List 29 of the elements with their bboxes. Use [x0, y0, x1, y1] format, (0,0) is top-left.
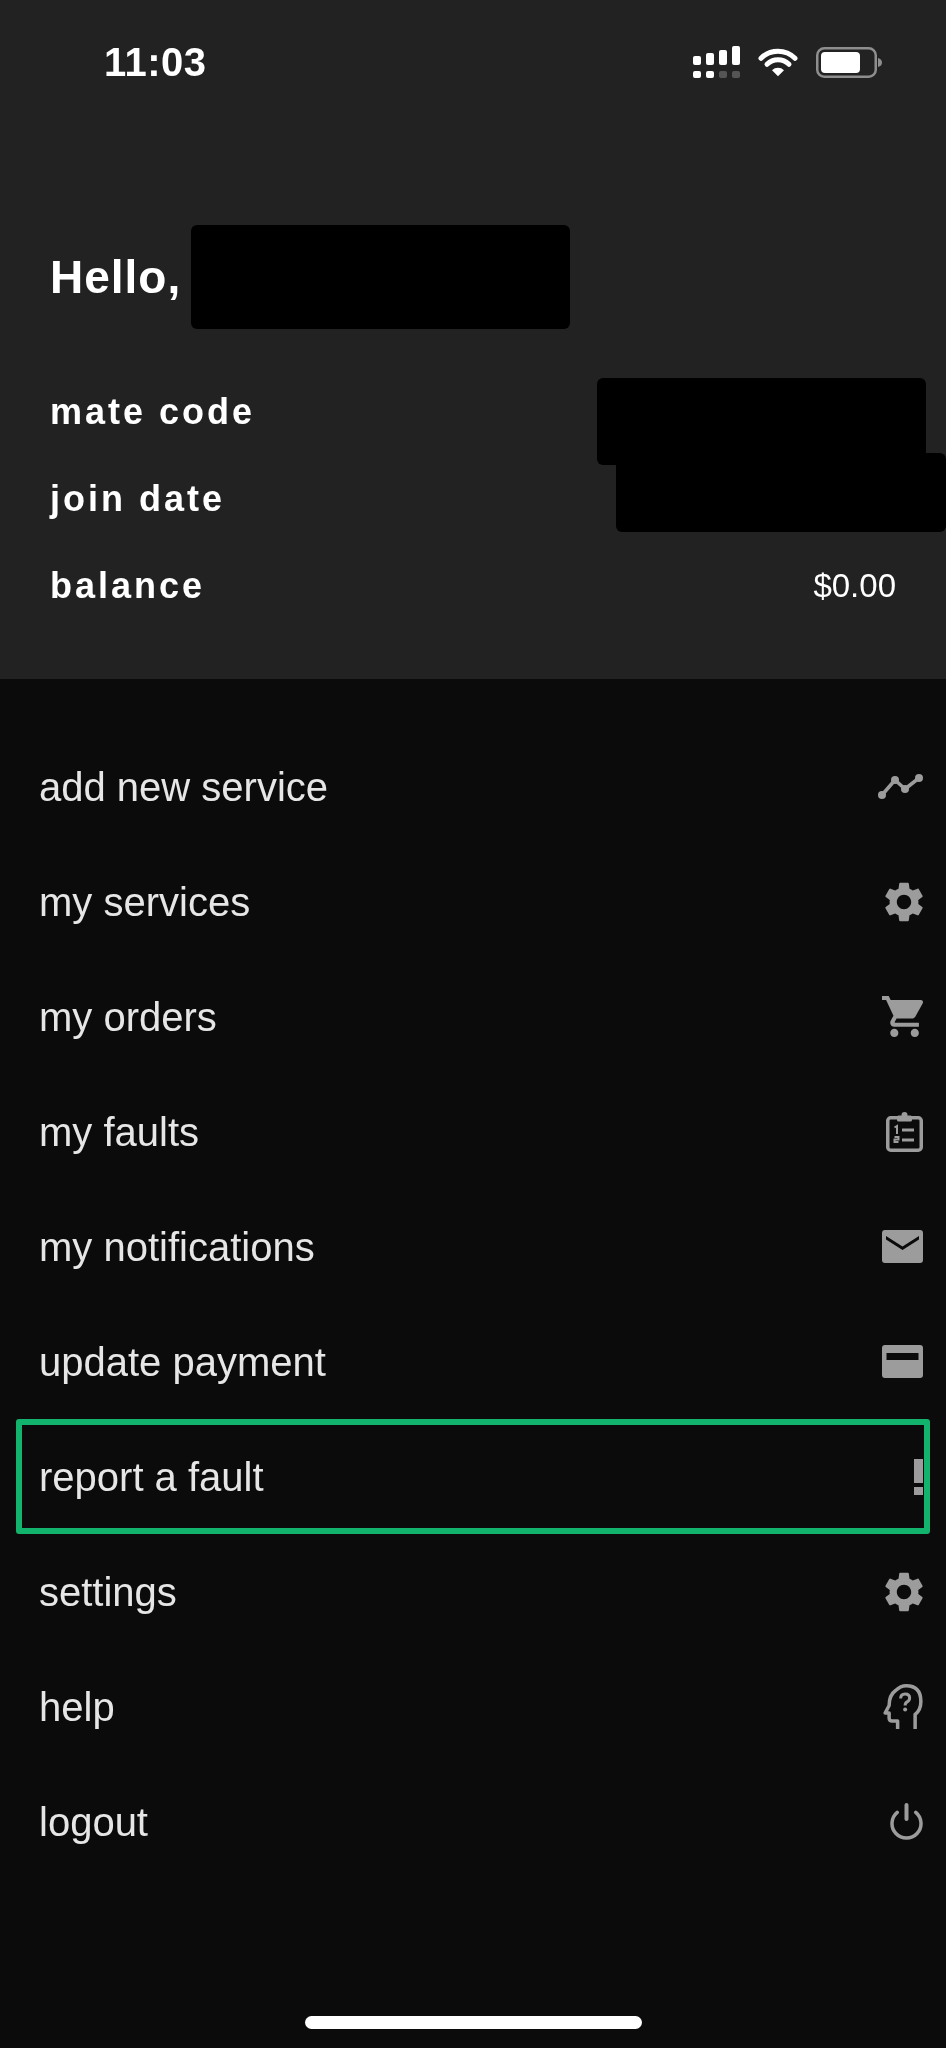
menu-item[interactable]: my orders — [16, 959, 930, 1074]
gear-icon — [885, 1571, 923, 1612]
menu-item[interactable]: my faults — [16, 1074, 930, 1189]
menu-item[interactable]: my notifications — [16, 1189, 930, 1304]
field-label: mate code — [50, 389, 256, 434]
menu-item[interactable]: logout — [16, 1764, 930, 1879]
cart-icon — [882, 996, 923, 1037]
menu-item[interactable]: help — [16, 1649, 930, 1764]
greeting-text: Hello, — [50, 250, 182, 304]
menu-item[interactable]: update payment — [16, 1304, 930, 1419]
field-label: balance — [50, 563, 206, 608]
head-question-icon — [883, 1684, 923, 1729]
menu-item[interactable]: add new service — [16, 729, 930, 844]
signal-icon — [693, 46, 740, 78]
menu-item[interactable]: report a fault — [16, 1419, 930, 1534]
status-time: 11:03 — [104, 40, 207, 84]
menu-item[interactable]: settings — [16, 1534, 930, 1649]
menu-item[interactable]: my services — [16, 844, 930, 959]
field-value: $0.00 — [813, 565, 896, 606]
envelope-icon — [882, 1230, 923, 1263]
credit-card-icon — [882, 1345, 923, 1378]
gear-icon — [885, 881, 923, 922]
wifi-icon — [758, 47, 798, 77]
exclamation-icon — [914, 1458, 923, 1495]
field-label: join date — [50, 476, 225, 521]
battery-icon — [816, 46, 882, 78]
power-icon — [890, 1803, 923, 1840]
line-chart-icon — [878, 774, 923, 799]
clipboard-list-icon — [886, 1111, 923, 1152]
